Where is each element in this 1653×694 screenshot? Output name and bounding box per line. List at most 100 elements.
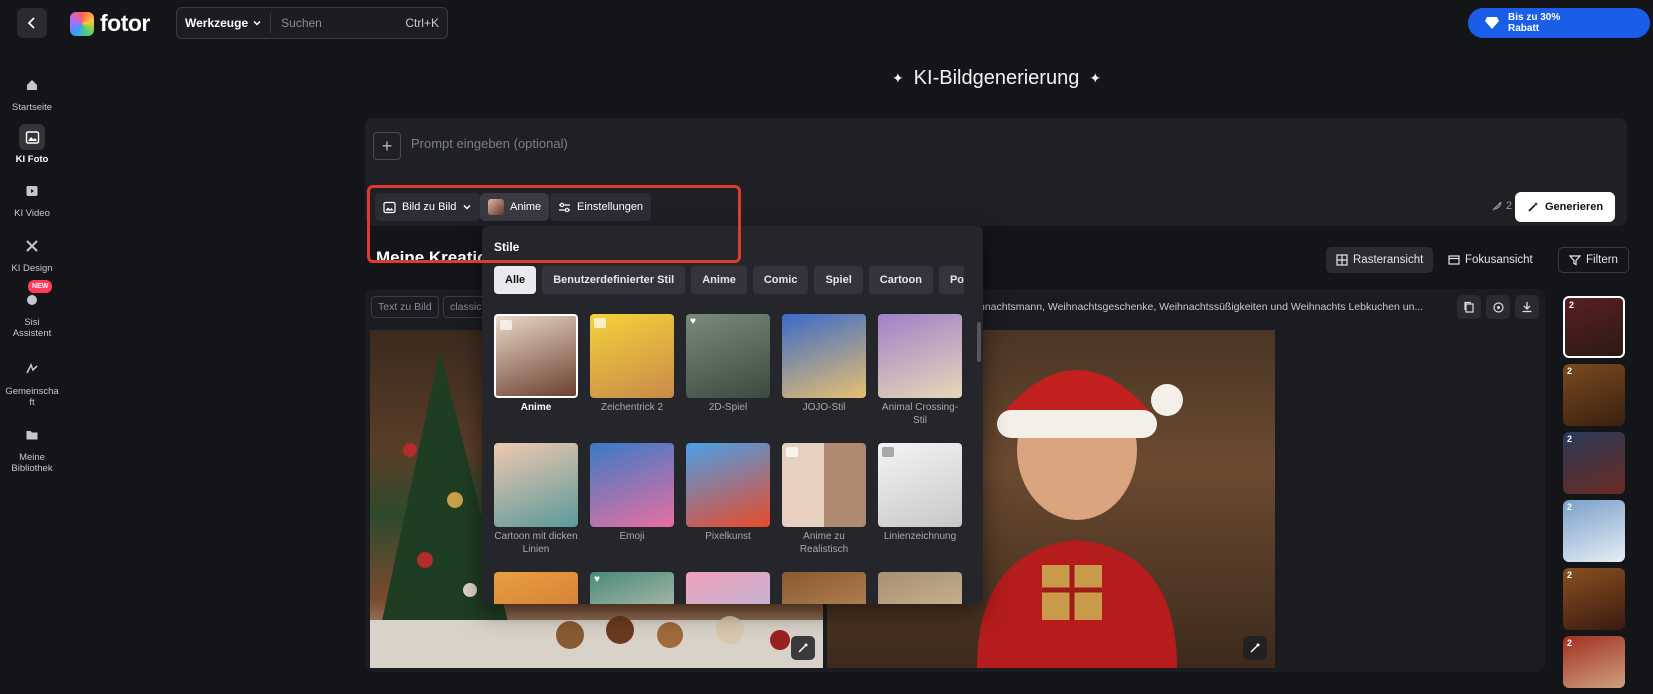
generate-label: Generieren — [1544, 201, 1604, 213]
sidebar-item-gemeinschaft[interactable]: Gemeinschaft — [0, 356, 64, 408]
style-filter-anime[interactable]: Anime — [691, 266, 747, 294]
page-title: KI-Bildgenerierung — [913, 67, 1080, 89]
focus-view-label: Fokusansicht — [1465, 254, 1533, 266]
promo-line-2: Rabatt — [1508, 23, 1540, 34]
focus-view-button[interactable]: Fokusansicht — [1438, 247, 1543, 273]
creation-prompt-text[interactable]: hnachtsmann, Weihnachtsgeschenke, Weihna… — [979, 301, 1423, 313]
new-badge: NEW — [28, 280, 53, 293]
back-button[interactable] — [17, 8, 47, 38]
search-bar[interactable]: Werkzeuge Suchen Ctrl+K — [176, 7, 448, 39]
filter-button[interactable]: Filtern — [1558, 247, 1629, 273]
filter-icon — [1569, 255, 1581, 266]
style-filter-all[interactable]: Alle — [494, 266, 537, 294]
history-thumbnail[interactable]: 2 — [1563, 568, 1625, 630]
style-card[interactable] — [685, 572, 771, 604]
grid-icon — [1336, 254, 1348, 266]
copy-prompt-button[interactable] — [1457, 295, 1481, 319]
chevron-left-icon — [27, 17, 35, 29]
style-card-linienzeichnung[interactable]: Linienzeichnung — [877, 443, 963, 543]
sidebar-item-sisi-assistent[interactable]: NEW Sisi Assistent — [0, 280, 64, 339]
style-thumbnail — [590, 443, 674, 527]
style-label: Anime — [520, 402, 552, 413]
history-thumbnail[interactable]: 2 — [1563, 636, 1625, 688]
sidebar-item-ki-foto[interactable]: KI Foto — [0, 124, 64, 165]
style-card-cartoon-dicke-linien[interactable]: Cartoon mit dicken Linien — [493, 443, 579, 556]
style-card-jojo-stil[interactable]: JOJO-Stil — [781, 314, 867, 414]
style-card-anime-zu-realistisch[interactable]: Anime zu Realistisch — [781, 443, 867, 556]
style-card[interactable] — [493, 572, 579, 604]
style-filter-custom[interactable]: Benutzerdefinierter Stil — [542, 266, 686, 294]
style-panel-scrollbar[interactable] — [977, 322, 981, 362]
fotor-logo[interactable]: fotor — [70, 10, 150, 37]
annotation-highlight — [367, 185, 741, 263]
prompt-input[interactable]: Prompt eingeben (optional) — [411, 136, 568, 151]
style-thumbnail: ♥ — [590, 572, 674, 604]
style-card-2d-spiel[interactable]: ♥ 2D-Spiel — [685, 314, 771, 414]
style-label: Zeichentrick 2 — [600, 402, 664, 413]
style-filter-spiel[interactable]: Spiel — [814, 266, 863, 294]
heart-icon[interactable]: ♥ — [690, 317, 696, 327]
style-filter-comic[interactable]: Comic — [752, 266, 809, 294]
style-label: Anime zu Realistisch — [799, 531, 849, 555]
promo-button[interactable]: Bis zu 30% Rabatt — [1468, 8, 1650, 38]
add-image-button[interactable]: + — [373, 132, 401, 160]
style-label: JOJO-Stil — [802, 402, 846, 413]
sidebar-item-ki-design[interactable]: KI Design — [0, 233, 64, 274]
search-shortcut: Ctrl+K — [405, 16, 439, 30]
favorite-icon[interactable] — [882, 447, 894, 457]
sidebar-item-label: KI Foto — [15, 154, 49, 165]
style-thumbnail — [878, 443, 962, 527]
sidebar-item-ki-video[interactable]: KI Video — [0, 178, 64, 219]
style-card-zeichentrick-2[interactable]: Zeichentrick 2 — [589, 314, 675, 414]
style-thumbnail — [494, 314, 578, 398]
style-thumbnail — [494, 572, 578, 604]
style-thumbnail — [686, 572, 770, 604]
style-thumbnail — [782, 572, 866, 604]
style-dropdown-panel: Stile Alle Benutzerdefinierter Stil Anim… — [482, 226, 983, 604]
history-thumbnail[interactable]: 2 — [1563, 364, 1625, 426]
tag-mode: Text zu Bild — [371, 296, 439, 318]
favorite-icon[interactable] — [786, 447, 798, 457]
image-edit-button[interactable] — [1243, 636, 1267, 660]
sidebar-item-label: KI Video — [14, 208, 50, 219]
style-card[interactable] — [781, 572, 867, 604]
style-filter-cartoon[interactable]: Cartoon — [868, 266, 933, 294]
style-card[interactable]: ♥ — [589, 572, 675, 604]
download-all-button[interactable] — [1515, 295, 1539, 319]
style-card[interactable] — [877, 572, 963, 604]
tools-dropdown[interactable]: Werkzeuge — [177, 13, 272, 33]
favorite-icon[interactable] — [500, 320, 512, 330]
favorite-icon[interactable] — [594, 318, 606, 328]
image-icon — [19, 124, 45, 150]
regenerate-icon — [1492, 301, 1504, 313]
thumb-count: 2 — [1567, 434, 1573, 444]
diamond-icon — [1485, 17, 1499, 29]
history-thumbnail[interactable]: 2 — [1563, 296, 1625, 358]
image-edit-button[interactable] — [791, 636, 815, 660]
logo-mark-icon — [70, 11, 94, 36]
sparkle-icon: ✦ — [1089, 70, 1102, 86]
regenerate-button[interactable] — [1486, 295, 1510, 319]
style-filter-chips: Alle Benutzerdefinierter Stil Anime Comi… — [494, 266, 964, 294]
heart-icon[interactable]: ♥ — [594, 575, 600, 585]
history-thumbnail[interactable]: 2 — [1563, 500, 1625, 562]
sidebar-item-label: Gemeinschaft — [5, 386, 59, 408]
edit-wand-icon — [1250, 643, 1260, 653]
style-filter-portrait[interactable]: Porträt — [938, 266, 964, 294]
search-input[interactable]: Suchen — [281, 16, 405, 30]
style-thumbnail — [494, 443, 578, 527]
generate-button[interactable]: Generieren — [1515, 192, 1615, 222]
grid-view-button[interactable]: Rasteransicht — [1326, 247, 1434, 273]
style-thumbnail — [782, 314, 866, 398]
style-card-pixelkunst[interactable]: Pixelkunst — [685, 443, 771, 543]
style-card-anime[interactable]: Anime — [493, 314, 579, 414]
sidebar-item-label: Startseite — [11, 102, 53, 113]
history-thumbnail[interactable]: 2 — [1563, 432, 1625, 494]
thumb-count: 2 — [1567, 502, 1573, 512]
sidebar-item-meine-bibliothek[interactable]: Meine Bibliothek — [0, 422, 64, 474]
folder-icon — [19, 422, 45, 448]
style-card-animal-crossing[interactable]: Animal Crossing-Stil — [877, 314, 963, 427]
design-icon — [19, 233, 45, 259]
style-card-emoji[interactable]: Emoji — [589, 443, 675, 543]
sidebar-item-label: Meine Bibliothek — [11, 452, 53, 474]
